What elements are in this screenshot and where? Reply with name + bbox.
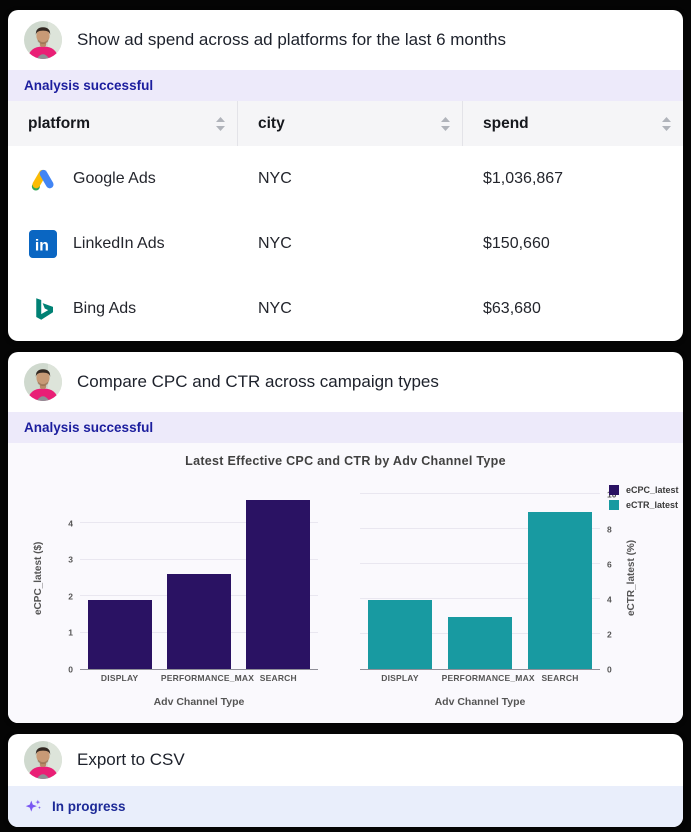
y-tick-label: 4 [607, 595, 612, 604]
column-header-spend[interactable]: spend [463, 101, 683, 146]
cpc-ctr-card: Compare CPC and CTR across campaign type… [8, 352, 683, 723]
bar-display [368, 600, 433, 669]
legend-label: eCPC_latest [626, 485, 679, 495]
plot-area: 0246810 [360, 487, 600, 670]
legend-swatch [609, 485, 619, 495]
user-avatar [24, 741, 62, 779]
x-axis-label: Adv Channel Type [360, 696, 600, 708]
bar-performance_max [448, 617, 513, 670]
prompt-text: Export to CSV [77, 750, 185, 770]
y-tick-label: 6 [607, 560, 612, 569]
linkedin-ads-icon: in [28, 229, 58, 259]
chart-title: Latest Effective CPC and CTR by Adv Chan… [8, 454, 683, 468]
spend-value: $63,680 [463, 300, 683, 318]
category-label: DISPLAY [362, 673, 439, 683]
table-body: Google Ads NYC $1,036,867 in LinkedIn Ad… [8, 146, 683, 341]
bars [80, 487, 318, 669]
bar-search [246, 500, 310, 669]
bing-ads-icon [28, 294, 58, 324]
category-label: DISPLAY [82, 673, 158, 683]
y-tick-label: 4 [68, 519, 73, 528]
legend-swatch [609, 500, 619, 510]
export-csv-card: Export to CSV In progress [8, 734, 683, 827]
table-row: Bing Ads NYC $63,680 [8, 276, 683, 341]
progress-bar[interactable]: In progress [8, 786, 683, 827]
y-tick-label: 0 [607, 665, 612, 674]
y-tick-label: 0 [68, 665, 73, 674]
bar-performance_max [167, 574, 231, 669]
chart-legend: eCPC_latest eCTR_latest [609, 485, 679, 510]
sort-icon [441, 117, 450, 131]
status-text: Analysis successful [24, 420, 153, 435]
x-axis-categories: DISPLAYPERFORMANCE_MAXSEARCH [360, 673, 600, 683]
city-value: NYC [238, 235, 463, 253]
google-ads-icon [28, 164, 58, 194]
ecpc-bar-chart: eCPC_latest ($) 01234 DISPLAYPERFORMANCE… [80, 487, 318, 723]
chart-container: Latest Effective CPC and CTR by Adv Chan… [8, 443, 683, 723]
prompt-text: Show ad spend across ad platforms for th… [77, 30, 506, 50]
prompt-row: Show ad spend across ad platforms for th… [8, 10, 683, 70]
platform-name: Google Ads [73, 170, 156, 188]
legend-item: eCTR_latest [609, 500, 679, 510]
bar-search [528, 512, 593, 669]
sort-icon [662, 117, 671, 131]
y-tick-label: 3 [68, 556, 73, 565]
column-header-platform[interactable]: platform [8, 101, 238, 146]
user-avatar [24, 21, 62, 59]
sparkle-icon [24, 797, 43, 816]
platform-name: LinkedIn Ads [73, 235, 165, 253]
user-avatar [24, 363, 62, 401]
svg-text:in: in [35, 237, 49, 254]
sort-icon [216, 117, 225, 131]
bar-display [88, 600, 152, 669]
category-label: PERFORMANCE_MAX [161, 673, 237, 683]
x-axis-categories: DISPLAYPERFORMANCE_MAXSEARCH [80, 673, 318, 683]
y-tick-label: 2 [607, 630, 612, 639]
status-bar[interactable]: Analysis successful [8, 70, 683, 101]
y-tick-label: 1 [68, 628, 73, 637]
y-tick-label: 2 [68, 592, 73, 601]
city-value: NYC [238, 170, 463, 188]
ad-spend-card: Show ad spend across ad platforms for th… [8, 10, 683, 341]
y-tick-label: 8 [607, 525, 612, 534]
category-label: SEARCH [522, 673, 599, 683]
table-header: platform city spend [8, 101, 683, 146]
prompt-text: Compare CPC and CTR across campaign type… [77, 372, 439, 392]
plot-area: 01234 [80, 487, 318, 670]
category-label: SEARCH [240, 673, 316, 683]
y-axis-label: eCTR_latest (%) [626, 487, 637, 669]
prompt-row: Export to CSV [8, 734, 683, 786]
status-text: In progress [52, 799, 126, 814]
bars [360, 487, 600, 669]
column-header-city[interactable]: city [238, 101, 463, 146]
spend-value: $1,036,867 [463, 170, 683, 188]
legend-label: eCTR_latest [626, 500, 678, 510]
platform-name: Bing Ads [73, 300, 136, 318]
legend-item: eCPC_latest [609, 485, 679, 495]
status-text: Analysis successful [24, 78, 153, 93]
spend-value: $150,660 [463, 235, 683, 253]
x-axis-label: Adv Channel Type [80, 696, 318, 708]
city-value: NYC [238, 300, 463, 318]
prompt-row: Compare CPC and CTR across campaign type… [8, 352, 683, 412]
status-bar[interactable]: Analysis successful [8, 412, 683, 443]
ectr-bar-chart: eCTR_latest (%) 0246810 DISPLAYPERFORMAN… [360, 487, 600, 723]
table-row: in LinkedIn Ads NYC $150,660 [8, 211, 683, 276]
table-row: Google Ads NYC $1,036,867 [8, 146, 683, 211]
category-label: PERFORMANCE_MAX [442, 673, 519, 683]
y-axis-label: eCPC_latest ($) [33, 487, 44, 669]
